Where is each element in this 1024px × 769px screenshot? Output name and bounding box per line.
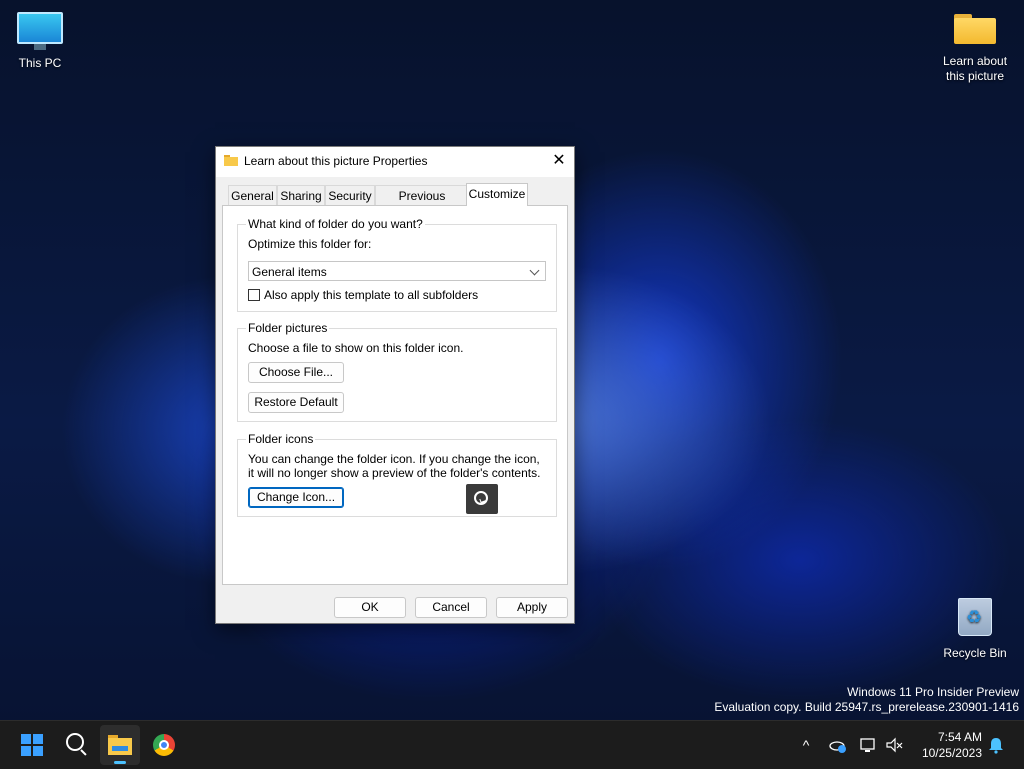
- folder-type-group: What kind of folder do you want? Optimiz…: [237, 217, 557, 312]
- group-heading: Folder icons: [246, 432, 316, 446]
- desktop-icon-label: Learn about this picture: [942, 54, 1008, 83]
- folder-icon: [224, 155, 238, 166]
- show-hidden-icons-button[interactable]: ^: [796, 735, 816, 755]
- tab-strip: General Sharing Security Previous Versio…: [222, 183, 568, 223]
- network-status-icon[interactable]: [828, 735, 848, 755]
- close-button[interactable]: ✕: [544, 147, 574, 177]
- tab-general[interactable]: General: [228, 185, 277, 205]
- folder-icons-group: Folder icons You can change the folder i…: [237, 432, 557, 517]
- desktop-icon-label: Recycle Bin: [943, 646, 1007, 660]
- tab-sharing[interactable]: Sharing: [277, 185, 325, 205]
- recycle-bin-icon: ♻: [958, 598, 992, 636]
- tab-security[interactable]: Security: [325, 185, 375, 205]
- optimize-folder-select[interactable]: General items: [248, 261, 546, 281]
- monitor-icon: [17, 12, 63, 50]
- chevron-down-icon: [529, 265, 540, 276]
- clock[interactable]: 7:54 AM 10/25/2023: [922, 729, 982, 761]
- cancel-button[interactable]: Cancel: [415, 597, 487, 618]
- restore-default-button[interactable]: Restore Default: [248, 392, 344, 413]
- search-button[interactable]: [56, 725, 96, 765]
- volume-muted-icon[interactable]: [884, 735, 904, 755]
- desktop-icon-label: This PC: [18, 56, 62, 70]
- apply-button[interactable]: Apply: [496, 597, 568, 618]
- generic-file-icon: [474, 491, 488, 505]
- apply-subfolders-checkbox[interactable]: [248, 289, 260, 301]
- group-heading: Folder pictures: [246, 321, 330, 335]
- search-icon: [66, 733, 84, 751]
- desktop-icon-recycle-bin[interactable]: ♻ Recycle Bin: [935, 598, 1015, 660]
- change-icon-button[interactable]: Change Icon...: [248, 487, 344, 508]
- clock-date: 10/25/2023: [921, 746, 982, 760]
- tab-customize[interactable]: Customize: [466, 183, 528, 206]
- desktop-icon-this-pc[interactable]: This PC: [0, 12, 80, 70]
- optimize-label: Optimize this folder for:: [248, 237, 372, 251]
- taskbar-chrome[interactable]: [144, 725, 184, 765]
- group-heading: What kind of folder do you want?: [246, 217, 425, 231]
- ok-button[interactable]: OK: [334, 597, 406, 618]
- start-button[interactable]: [12, 725, 52, 765]
- taskbar-file-explorer[interactable]: [100, 725, 140, 765]
- dialog-title: Learn about this picture Properties: [244, 154, 428, 168]
- chrome-icon: [153, 734, 175, 756]
- choose-file-button[interactable]: Choose File...: [248, 362, 344, 383]
- tab-previous-versions[interactable]: Previous Versions: [375, 185, 469, 223]
- selected-option: General items: [252, 265, 327, 279]
- clock-time: 7:54 AM: [937, 730, 982, 744]
- apply-subfolders-label[interactable]: Also apply this template to all subfolde…: [264, 288, 478, 302]
- windows-logo-icon: [21, 734, 43, 756]
- folder-icon-preview: [466, 484, 498, 514]
- dialog-titlebar[interactable]: Learn about this picture Properties ✕: [216, 147, 574, 177]
- folder-icon: [954, 12, 996, 44]
- folder-pictures-group: Folder pictures Choose a file to show on…: [237, 321, 557, 422]
- properties-dialog: Learn about this picture Properties ✕ Ge…: [215, 146, 575, 624]
- display-icon[interactable]: [858, 735, 878, 755]
- notification-bell-icon[interactable]: [986, 735, 1006, 755]
- active-indicator: [114, 761, 126, 764]
- customize-tab-page: What kind of folder do you want? Optimiz…: [222, 205, 568, 585]
- folder-icon: [108, 735, 132, 755]
- system-tray: ^ 7:54 AM 10/25/2023: [790, 721, 1024, 769]
- folder-icons-description: You can change the folder icon. If you c…: [248, 452, 541, 480]
- desktop-icon-learn-about-this-picture[interactable]: Learn about this picture: [935, 12, 1015, 84]
- close-icon: ✕: [552, 152, 566, 169]
- evaluation-watermark: Windows 11 Pro Insider Preview Evaluatio…: [714, 685, 1019, 714]
- folder-pictures-description: Choose a file to show on this folder ico…: [248, 341, 464, 355]
- taskbar: ^ 7:54 AM 10/25/2023: [0, 720, 1024, 769]
- chevron-up-icon: ^: [802, 737, 810, 753]
